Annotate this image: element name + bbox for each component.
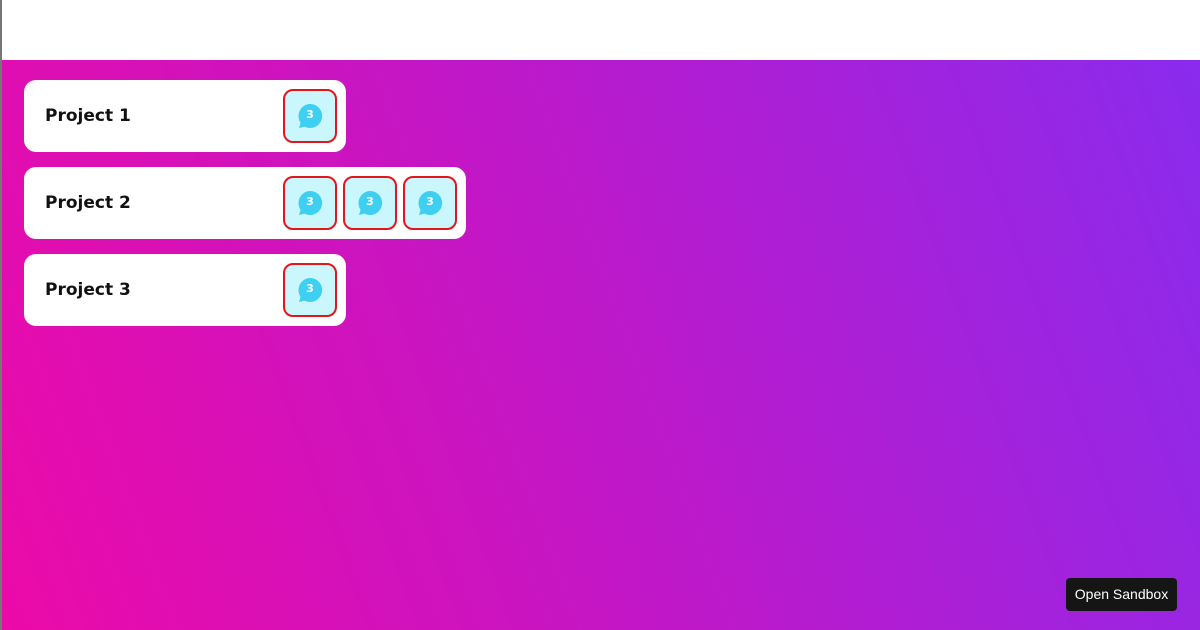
top-bar [0, 0, 1200, 60]
gradient-canvas: Project 1 3 Project 2 3 3 3 Project 3 3 [0, 60, 1200, 630]
project-card: Project 1 3 [24, 80, 346, 152]
chat-bubble-icon: 3 [417, 190, 443, 216]
open-sandbox-button[interactable]: Open Sandbox [1066, 578, 1177, 611]
comment-badge[interactable]: 3 [283, 263, 337, 317]
comment-badge[interactable]: 3 [283, 176, 337, 230]
project-card: Project 3 3 [24, 254, 346, 326]
chat-bubble-icon: 3 [297, 277, 323, 303]
comment-badge[interactable]: 3 [283, 89, 337, 143]
chat-bubble-icon: 3 [357, 190, 383, 216]
comment-count: 3 [306, 195, 314, 208]
chat-bubble-icon: 3 [297, 103, 323, 129]
project-title: Project 1 [45, 106, 131, 126]
badge-list: 3 3 3 [283, 176, 457, 230]
comment-badge[interactable]: 3 [343, 176, 397, 230]
project-title: Project 2 [45, 193, 131, 213]
chat-bubble-icon: 3 [297, 190, 323, 216]
badge-list: 3 [283, 263, 337, 317]
comment-count: 3 [366, 195, 374, 208]
comment-count: 3 [306, 282, 314, 295]
badge-list: 3 [283, 89, 337, 143]
comment-badge[interactable]: 3 [403, 176, 457, 230]
comment-count: 3 [306, 108, 314, 121]
project-card: Project 2 3 3 3 [24, 167, 466, 239]
project-title: Project 3 [45, 280, 131, 300]
comment-count: 3 [426, 195, 434, 208]
